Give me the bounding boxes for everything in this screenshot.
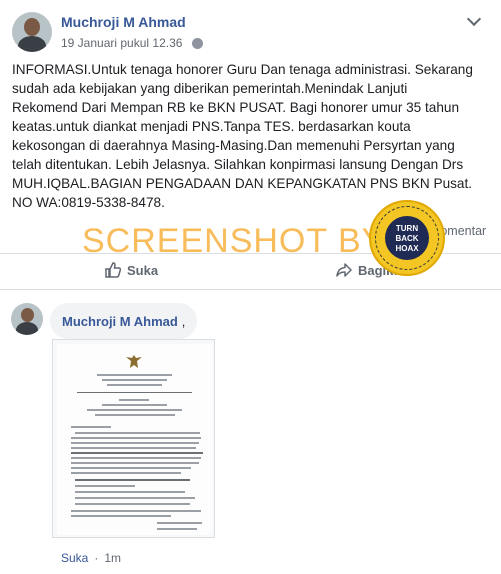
post-text-line: Rekomend Dari Mempan RB ke BKN PUSAT. Ba… [12, 100, 460, 115]
comment-text: , [181, 313, 186, 329]
avatar-head [24, 18, 40, 36]
post-text-line: MUH.IQBAL.BAGIAN PENGADAAN DAN KEPANGKAT… [12, 176, 473, 191]
watermark-text: SCREENSHOT BY [82, 222, 386, 260]
doc-line [75, 432, 200, 434]
doc-line [71, 510, 201, 512]
comment-time[interactable]: 1m [104, 551, 121, 565]
doc-line [71, 515, 171, 517]
garuda-emblem-icon [126, 355, 142, 368]
share-icon [336, 263, 352, 277]
like-label: Suka [127, 262, 159, 278]
post-text-line: sudah ada kebijakan yang diberikan pemer… [12, 81, 408, 96]
doc-line [119, 399, 149, 401]
commenter-avatar[interactable] [11, 303, 43, 335]
doc-line [75, 479, 190, 481]
turnbackhoax-logo: TURN BACK HOAX [369, 200, 445, 276]
doc-line [71, 467, 191, 469]
doc-line [77, 392, 192, 393]
post-text-line: keatas.untuk diankat menjadi PNS.Tanpa T… [12, 119, 411, 134]
like-icon [105, 262, 121, 278]
doc-line [107, 384, 162, 386]
doc-line [75, 485, 135, 487]
post-text-line: kekosongan di daerahnya Masing-Masing.Da… [12, 138, 455, 153]
avatar-body [16, 322, 38, 335]
comment-author[interactable]: Muchroji M Ahmad [62, 314, 178, 329]
doc-line [95, 414, 175, 416]
like-button[interactable]: Suka [105, 262, 158, 278]
badge-center: TURN BACK HOAX [385, 216, 429, 260]
doc-line [71, 447, 196, 449]
globe-icon [192, 37, 204, 49]
doc-line [157, 528, 197, 530]
doc-line [71, 472, 181, 474]
doc-line [71, 457, 201, 459]
comment-bubble: Muchroji M Ahmad , [50, 303, 198, 339]
doc-line [75, 497, 195, 499]
post-meta: 19 Januari pukul 12.36 [61, 36, 204, 50]
doc-line [87, 409, 182, 411]
doc-line [102, 379, 167, 381]
doc-line [71, 426, 111, 428]
comment-section: Muchroji M Ahmad , Suka · 1m [0, 295, 501, 574]
post-author[interactable]: Muchroji M Ahmad [61, 14, 186, 30]
avatar-body [18, 36, 46, 52]
post-text-line: telah ditentukan. Lebih Jelasnya. Silahk… [12, 157, 464, 172]
avatar-head [21, 308, 34, 322]
doc-line [71, 442, 199, 444]
comment-meta: Suka · 1m [61, 551, 121, 565]
comment-attachment-image[interactable] [52, 339, 215, 538]
doc-line [75, 503, 190, 505]
post-text: INFORMASI.Untuk tenaga honorer Guru Dan … [12, 60, 494, 212]
doc-line [71, 437, 201, 439]
chevron-down-icon[interactable] [466, 11, 482, 27]
post-date[interactable]: 19 Januari pukul 12.36 [61, 36, 182, 50]
doc-line [157, 522, 202, 524]
doc-line [75, 491, 185, 493]
post-text-line: INFORMASI.Untuk tenaga honorer Guru Dan … [12, 62, 473, 77]
doc-line [97, 374, 172, 376]
meta-separator: · [94, 551, 99, 565]
doc-line [102, 404, 167, 406]
author-avatar[interactable] [12, 12, 52, 52]
post-card: Muchroji M Ahmad 19 Januari pukul 12.36 … [0, 0, 501, 290]
doc-line [71, 452, 203, 454]
doc-line [71, 462, 199, 464]
document-page [57, 344, 212, 535]
comment-like-link[interactable]: Suka [61, 551, 88, 565]
